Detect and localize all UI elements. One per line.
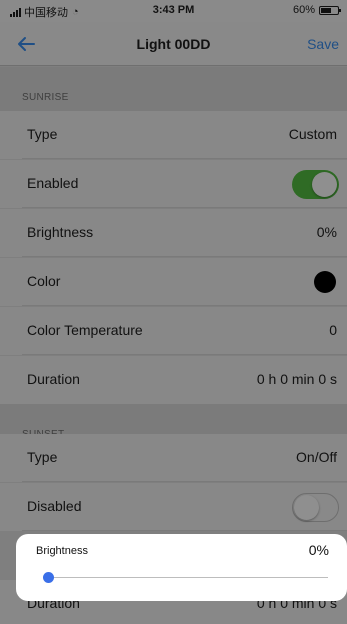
navigation-bar: Light 00DD Save <box>0 22 347 66</box>
disabled-toggle[interactable] <box>292 493 339 522</box>
status-bar-right: 60% <box>292 4 341 16</box>
save-button[interactable]: Save <box>307 36 339 52</box>
row-label: Color Temperature <box>27 322 143 338</box>
row-label: Type <box>27 126 58 142</box>
popup-value: 0% <box>308 542 329 558</box>
row-label: Enabled <box>27 175 79 191</box>
slider-thumb[interactable] <box>43 572 54 583</box>
row-value: 0% <box>316 224 337 240</box>
sunrise-brightness-row[interactable]: Brightness 0% <box>0 209 347 257</box>
popup-label: Brightness <box>36 545 88 557</box>
row-label: Type <box>27 449 58 465</box>
slider-track[interactable] <box>48 577 328 578</box>
row-label: Duration <box>27 371 80 387</box>
row-label: Brightness <box>27 224 94 240</box>
sunrise-duration-row[interactable]: Duration 0 h 0 min 0 s <box>0 356 347 404</box>
row-value: On/Off <box>296 449 337 465</box>
battery-percent: 60% <box>292 4 315 16</box>
battery-icon <box>319 5 341 15</box>
row-value: Custom <box>288 126 337 142</box>
brightness-popup: Brightness 0% <box>16 534 347 601</box>
color-swatch[interactable] <box>314 271 336 293</box>
row-value: 0 h 0 min 0 s <box>256 371 337 387</box>
row-value: 0 <box>329 322 337 338</box>
sunrise-type-row[interactable]: Type Custom <box>0 111 347 159</box>
battery-fill <box>321 7 331 13</box>
sunrise-enabled-row: Enabled <box>0 160 347 208</box>
sunset-type-row[interactable]: Type On/Off <box>0 434 347 482</box>
row-label: Disabled <box>27 498 82 514</box>
enabled-toggle[interactable] <box>292 170 339 199</box>
section-title-sunrise: SUNRISE <box>22 92 69 103</box>
sunset-disabled-row: Disabled <box>0 483 347 531</box>
section-header-sunrise: SUNRISE <box>0 67 347 111</box>
page-title: Light 00DD <box>136 36 211 52</box>
sunrise-color-temperature-row[interactable]: Color Temperature 0 <box>0 307 347 355</box>
row-label: Color <box>27 273 61 289</box>
sunrise-color-row[interactable]: Color <box>0 258 347 306</box>
status-bar: 中国移动 ◔ 3:43 PM 60% <box>0 0 347 22</box>
